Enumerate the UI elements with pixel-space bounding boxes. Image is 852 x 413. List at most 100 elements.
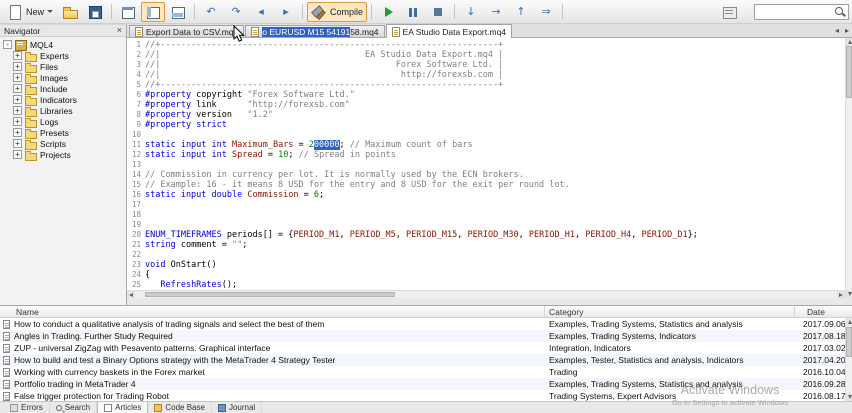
code-line[interactable]: 15// Example: 16 - it means 8 USD for th… <box>127 180 845 190</box>
code-line[interactable]: 1//+------------------------------------… <box>127 40 845 50</box>
code-line[interactable]: 24{ <box>127 270 845 280</box>
bottom-tab-code-base[interactable]: Code Base <box>148 402 212 413</box>
code-line[interactable]: 21 string comment = ""; <box>127 240 845 250</box>
code-line[interactable]: 18 <box>127 210 845 220</box>
scroll-down-icon[interactable] <box>846 393 852 401</box>
tree-item-indicators[interactable]: + Indicators <box>0 94 126 106</box>
search-icon[interactable] <box>834 5 846 19</box>
expander-icon[interactable]: - <box>3 40 12 49</box>
step-into-button[interactable]: ↓ <box>459 2 483 22</box>
code-line[interactable]: 9 #property strict <box>127 120 845 130</box>
bottom-tab-errors[interactable]: Errors <box>4 402 50 413</box>
code-line[interactable]: 4//| http://forexsb.com | <box>127 70 845 80</box>
scroll-up-icon[interactable] <box>846 318 852 326</box>
article-row[interactable]: How to build and test a Binary Options s… <box>0 354 852 366</box>
editor-vscroll-thumb[interactable] <box>846 46 852 98</box>
tree-item-logs[interactable]: + Logs <box>0 116 126 128</box>
editor-vscrollbar[interactable] <box>845 38 852 298</box>
article-row[interactable]: ZUP - universal ZigZag with Pesavento pa… <box>0 342 852 354</box>
toolbox-toggle-button[interactable] <box>166 2 190 22</box>
tab-export-data-to-csv-mq4[interactable]: Export Data to CSV.mq4 <box>129 25 245 37</box>
expander-icon[interactable]: + <box>13 128 22 137</box>
code-line[interactable]: 14// Commission in currency per lot. It … <box>127 170 845 180</box>
expander-icon[interactable]: + <box>13 95 22 104</box>
code-line[interactable]: 11 static input int Maximum_Bars = 200000… <box>127 140 845 150</box>
step-out-button[interactable]: ↑ <box>509 2 533 22</box>
undo-button[interactable]: ↶ <box>199 2 223 22</box>
redo-button[interactable]: ↷ <box>224 2 248 22</box>
code-line[interactable]: 13 <box>127 160 845 170</box>
tree-item-include[interactable]: + Include <box>0 83 126 95</box>
article-row[interactable]: Working with currency baskets in the For… <box>0 366 852 378</box>
navigator-toggle-button[interactable] <box>141 1 166 22</box>
save-button[interactable] <box>83 2 107 22</box>
code-line[interactable]: 16 static input double Commission = 6; <box>127 190 845 200</box>
bottom-tab-journal[interactable]: Journal <box>212 402 263 413</box>
code-line[interactable]: 2//| EA Studio Data Export.mq4 | <box>127 50 845 60</box>
compile-button[interactable]: Compile <box>307 1 368 22</box>
code-line[interactable]: 25 RefreshRates(); <box>127 280 845 290</box>
editor-hscroll-thumb[interactable] <box>145 292 395 297</box>
column-header-date[interactable]: Date <box>795 306 852 317</box>
expander-icon[interactable]: + <box>13 139 22 148</box>
code-line[interactable]: 3//| Forex Software Ltd. | <box>127 60 845 70</box>
expander-icon[interactable]: + <box>13 117 22 126</box>
code-line[interactable]: 10 <box>127 130 845 140</box>
expander-icon[interactable]: + <box>13 150 22 159</box>
bottom-tab-articles[interactable]: Articles <box>97 402 149 413</box>
scroll-left-icon[interactable] <box>127 291 135 299</box>
column-header-category[interactable]: Category <box>545 306 795 317</box>
pause-debug-button[interactable] <box>401 2 425 22</box>
scroll-right-icon[interactable] <box>837 291 845 299</box>
tree-item-files[interactable]: + Files <box>0 61 126 73</box>
expander-icon[interactable]: + <box>13 106 22 115</box>
code-line[interactable]: 23 void OnStart() <box>127 260 845 270</box>
tree-item-mql4[interactable]: - MQL4 <box>0 39 126 51</box>
continue-button[interactable]: ⇒ <box>534 2 558 22</box>
tab-scroll-right-icon[interactable]: ▸ <box>842 26 852 35</box>
tab-ea-studio-data-export-mq4[interactable]: EA Studio Data Export.mq4 <box>385 24 513 38</box>
code-line[interactable]: 7 #property link "http://forexsb.com" <box>127 100 845 110</box>
open-button[interactable] <box>58 2 82 22</box>
tree-item-scripts[interactable]: + Scripts <box>0 138 126 150</box>
code-line[interactable]: 19 <box>127 220 845 230</box>
column-header-name[interactable]: Name <box>0 306 545 317</box>
code-line[interactable]: 22 <box>127 250 845 260</box>
tree-item-experts[interactable]: + Experts <box>0 50 126 62</box>
code-line[interactable]: 17 <box>127 200 845 210</box>
code-line[interactable]: 12 static input int Spread = 10; // Sprea… <box>127 150 845 160</box>
tree-item-libraries[interactable]: + Libraries <box>0 105 126 117</box>
tree-item-images[interactable]: + Images <box>0 72 126 84</box>
expander-icon[interactable]: + <box>13 73 22 82</box>
article-row[interactable]: Portfolio trading in MetaTrader 4 Example… <box>0 378 852 390</box>
article-row[interactable]: Angles in Trading. Further Study Require… <box>0 330 852 342</box>
code-line[interactable]: 20 ENUM_TIMEFRAMES periods[] = {PERIOD_M1… <box>127 230 845 240</box>
stop-debug-button[interactable] <box>426 2 450 22</box>
code-area[interactable]: 1//+------------------------------------… <box>127 38 845 290</box>
code-line[interactable]: 5//+------------------------------------… <box>127 80 845 90</box>
close-icon[interactable]: × <box>117 26 122 35</box>
back-button[interactable]: ◂ <box>249 2 273 22</box>
expander-icon[interactable]: + <box>13 62 22 71</box>
step-over-button[interactable]: → <box>484 2 508 22</box>
search-input[interactable] <box>757 6 834 17</box>
article-row[interactable]: How to conduct a qualitative analysis of… <box>0 318 852 330</box>
scroll-down-icon[interactable] <box>846 290 852 298</box>
start-debug-button[interactable] <box>376 2 400 22</box>
toolbox-vscroll-thumb[interactable] <box>846 327 852 357</box>
terminal-button[interactable] <box>717 2 741 22</box>
editor-hscrollbar[interactable] <box>127 290 845 299</box>
expander-icon[interactable]: + <box>13 51 22 60</box>
code-line[interactable]: 8 #property version "1.2" <box>127 110 845 120</box>
tab-o-eurusd-m15-5419158-mq4[interactable]: o EURUSD M15 5419158.mq4 <box>245 25 385 37</box>
code-line[interactable]: 6 #property copyright "Forex Software Ltd… <box>127 90 845 100</box>
bottom-tab-search[interactable]: Search <box>50 402 98 413</box>
new-window-button[interactable] <box>116 2 140 22</box>
expander-icon[interactable]: + <box>13 84 22 93</box>
toolbox-vscrollbar[interactable] <box>845 318 852 401</box>
tab-scroll-left-icon[interactable]: ◂ <box>832 26 842 35</box>
tree-item-presets[interactable]: + Presets <box>0 127 126 139</box>
forward-button[interactable]: ▸ <box>274 2 298 22</box>
new-button[interactable]: New <box>3 2 57 22</box>
scroll-up-icon[interactable] <box>846 38 852 46</box>
